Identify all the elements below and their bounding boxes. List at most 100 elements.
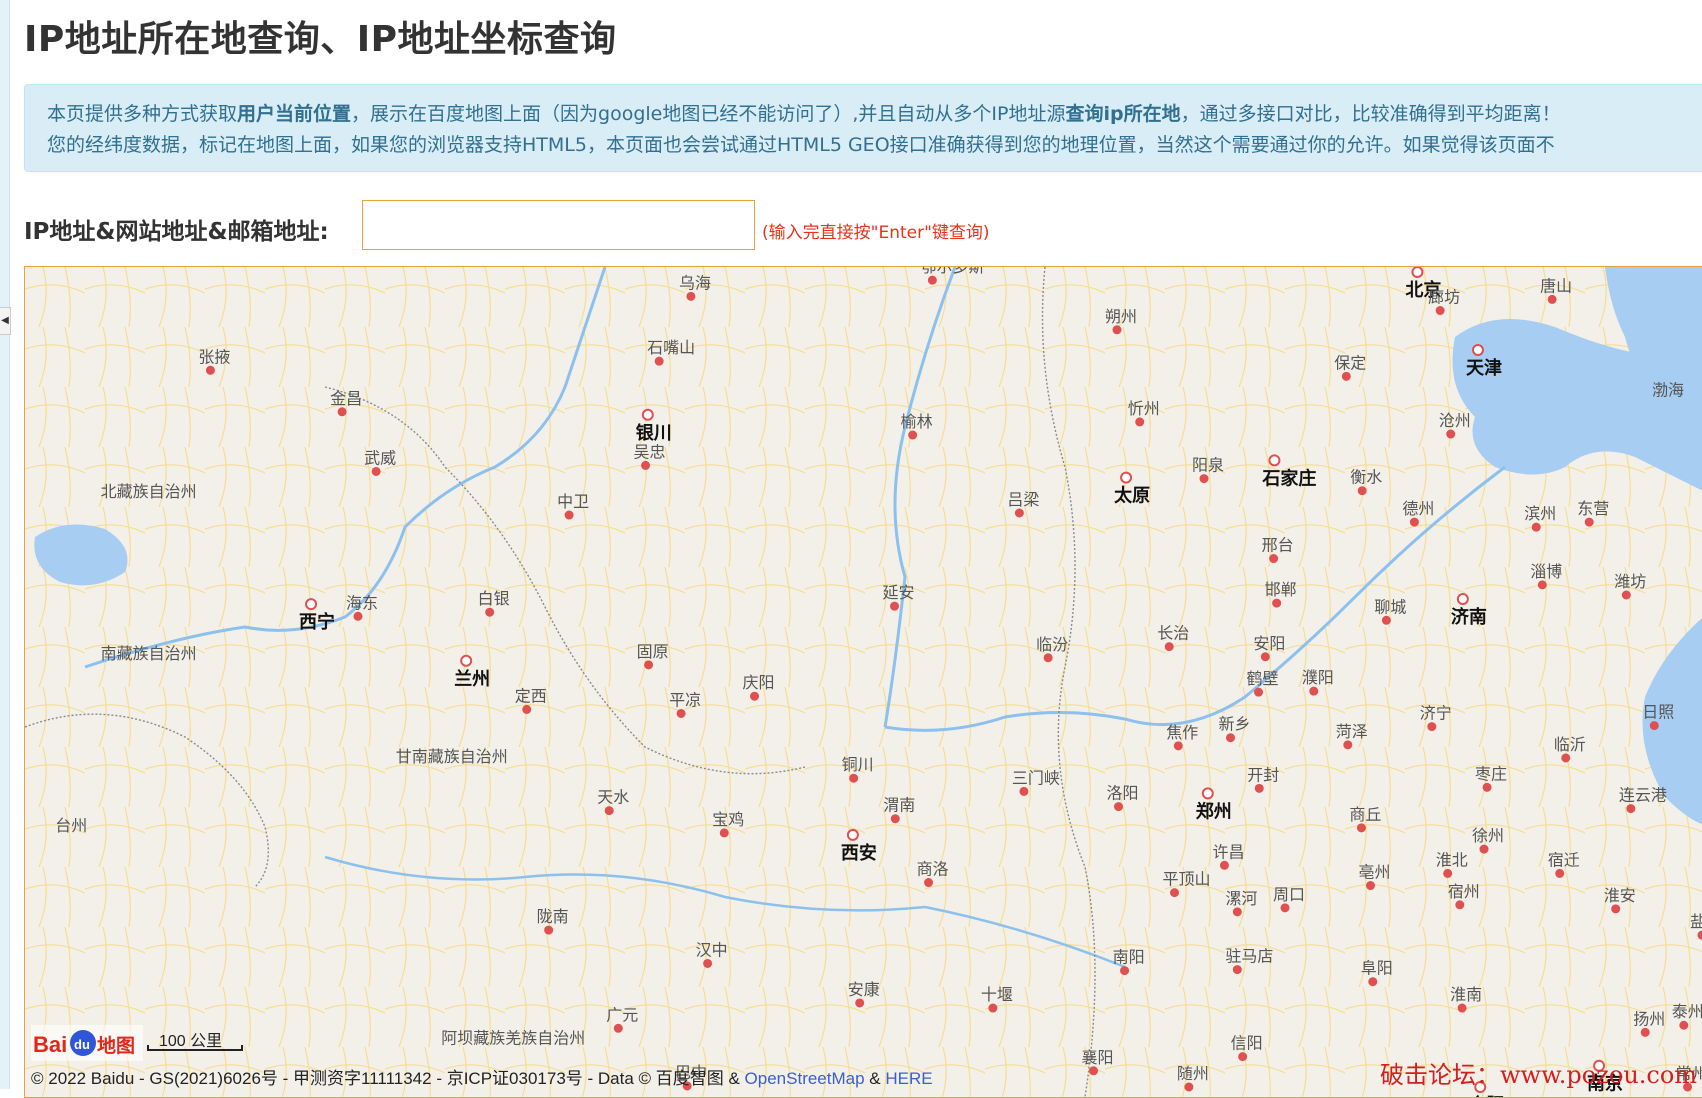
city-16-marker bbox=[642, 461, 650, 469]
city-3-marker bbox=[1412, 267, 1422, 277]
city-60-label: 连云港 bbox=[1619, 786, 1667, 805]
city-24-label: 吕梁 bbox=[1007, 490, 1039, 509]
city-38-marker bbox=[1165, 643, 1173, 651]
city-53-label: 菏泽 bbox=[1336, 722, 1368, 741]
city-58-marker bbox=[1203, 788, 1213, 798]
city-41-label: 南藏族自治州 bbox=[101, 644, 197, 663]
city-28-marker bbox=[1270, 555, 1278, 563]
openstreetmap-link[interactable]: OpenStreetMap bbox=[745, 1069, 865, 1088]
city-50-label: 日照 bbox=[1642, 703, 1674, 722]
city-1-marker bbox=[928, 276, 936, 284]
city-27-marker bbox=[1585, 518, 1593, 526]
info-text: ，通过多接口对比，比较准确得到平均距离！ bbox=[1181, 103, 1561, 125]
svg-text:Bai: Bai bbox=[33, 1032, 67, 1057]
city-57-label: 开封 bbox=[1247, 765, 1279, 784]
baidu-map-logo[interactable]: Bai du 地图 bbox=[31, 1025, 143, 1061]
city-52-label: 焦作 bbox=[1166, 723, 1198, 742]
city-17-marker bbox=[372, 467, 380, 475]
city-32-marker bbox=[306, 599, 316, 609]
city-85-marker bbox=[1369, 978, 1377, 986]
city-54-label: 临沂 bbox=[1554, 735, 1586, 754]
city-45-label: 鹤壁 bbox=[1247, 669, 1279, 688]
city-56-label: 三门峡 bbox=[1012, 768, 1060, 787]
city-38-label: 长治 bbox=[1157, 624, 1189, 643]
ip-query-input[interactable] bbox=[362, 200, 755, 250]
road-network bbox=[25, 267, 1702, 1097]
city-98-label: 合肥 bbox=[1468, 1094, 1504, 1097]
city-56-marker bbox=[1020, 787, 1028, 795]
city-42-marker bbox=[645, 661, 653, 669]
city-2-label: 朔州 bbox=[1105, 307, 1137, 326]
city-18-label: 太原 bbox=[1114, 485, 1150, 507]
baidu-map[interactable]: 乌海鄂尔多斯朔州北京廊坊唐山张掖石嘴山保定天津金昌银川忻州渤海榆林沧州吴忠武威太… bbox=[24, 266, 1702, 1098]
city-47-marker bbox=[523, 705, 531, 713]
svg-text:du: du bbox=[74, 1037, 90, 1052]
city-71-marker bbox=[1444, 869, 1452, 877]
city-2-marker bbox=[1113, 326, 1121, 334]
info-box: 本页提供多种方式获取用户当前位置，展示在百度地图上面（因为google地图已经不… bbox=[24, 84, 1702, 172]
city-68-marker bbox=[1480, 845, 1488, 853]
city-82-label: 南阳 bbox=[1113, 948, 1145, 967]
collapse-panel-button[interactable]: ◀ bbox=[0, 307, 11, 335]
city-93-marker bbox=[1239, 1053, 1247, 1061]
info-bold-text: 用户当前位置 bbox=[237, 103, 351, 125]
city-4-marker bbox=[1436, 307, 1444, 315]
city-86-marker bbox=[1458, 1004, 1466, 1012]
city-70-marker bbox=[1220, 861, 1228, 869]
city-65-marker bbox=[848, 830, 858, 840]
city-37-label: 济南 bbox=[1451, 606, 1487, 628]
city-60-marker bbox=[1627, 805, 1635, 813]
city-51-marker bbox=[1227, 734, 1235, 742]
city-6-marker bbox=[206, 366, 214, 374]
city-69-marker bbox=[1556, 869, 1564, 877]
city-64-label: 渭南 bbox=[883, 796, 915, 815]
city-19-label: 阳泉 bbox=[1192, 456, 1224, 475]
city-73-label: 商洛 bbox=[917, 860, 949, 879]
city-88-label: 泰州 bbox=[1672, 1002, 1702, 1021]
city-39-label: 临汾 bbox=[1036, 635, 1068, 654]
city-87-label: 扬州 bbox=[1633, 1009, 1665, 1028]
city-83-label: 驻马店 bbox=[1225, 947, 1273, 966]
city-71-label: 淮北 bbox=[1436, 850, 1468, 869]
city-31-marker bbox=[1273, 599, 1281, 607]
city-88-marker bbox=[1680, 1021, 1688, 1029]
city-16-label: 吴忠 bbox=[634, 442, 666, 461]
city-82-marker bbox=[1121, 967, 1129, 975]
watermark: 破击论坛：www.pozou.com bbox=[1380, 1055, 1697, 1090]
city-4-label: 廊坊 bbox=[1428, 288, 1460, 307]
city-55-label: 铜川 bbox=[842, 755, 874, 774]
city-84-marker bbox=[704, 959, 712, 967]
city-26-label: 滨州 bbox=[1524, 504, 1556, 523]
here-link[interactable]: HERE bbox=[885, 1069, 932, 1088]
city-39-marker bbox=[1044, 654, 1052, 662]
map-canvas[interactable]: 乌海鄂尔多斯朔州北京廊坊唐山张掖石嘴山保定天津金昌银川忻州渤海榆林沧州吴忠武威太… bbox=[25, 267, 1702, 1097]
city-19-marker bbox=[1200, 475, 1208, 483]
city-15-label: 沧州 bbox=[1439, 411, 1471, 430]
city-43-label: 兰州 bbox=[454, 668, 490, 690]
city-8-marker bbox=[1342, 372, 1350, 380]
city-76-label: 宿州 bbox=[1448, 882, 1480, 901]
city-34-marker bbox=[486, 608, 494, 616]
city-91-label: 阿坝藏族羌族自治州 bbox=[441, 1029, 585, 1048]
city-77-label: 漯河 bbox=[1225, 889, 1257, 908]
city-43-marker bbox=[461, 656, 471, 666]
city-66-marker bbox=[720, 829, 728, 837]
city-32-label: 西宁 bbox=[299, 611, 335, 633]
city-15-marker bbox=[1447, 430, 1455, 438]
city-10-label: 金昌 bbox=[330, 389, 362, 408]
city-5-marker bbox=[1548, 295, 1556, 303]
city-12-label: 忻州 bbox=[1128, 399, 1160, 418]
city-97-marker bbox=[1185, 1083, 1193, 1091]
city-9-label: 天津 bbox=[1466, 357, 1502, 379]
city-49-marker bbox=[1428, 723, 1436, 731]
city-7-marker bbox=[655, 357, 663, 365]
city-29-label: 淄博 bbox=[1530, 562, 1562, 581]
city-70-label: 许昌 bbox=[1212, 842, 1244, 861]
city-8-label: 保定 bbox=[1334, 353, 1366, 372]
city-34-label: 白银 bbox=[478, 589, 510, 608]
city-67-label: 商丘 bbox=[1349, 805, 1381, 824]
city-80-marker bbox=[1698, 931, 1702, 939]
city-1-label: 鄂尔多斯 bbox=[920, 267, 984, 276]
city-0-label: 乌海 bbox=[679, 273, 711, 292]
city-83-marker bbox=[1233, 966, 1241, 974]
